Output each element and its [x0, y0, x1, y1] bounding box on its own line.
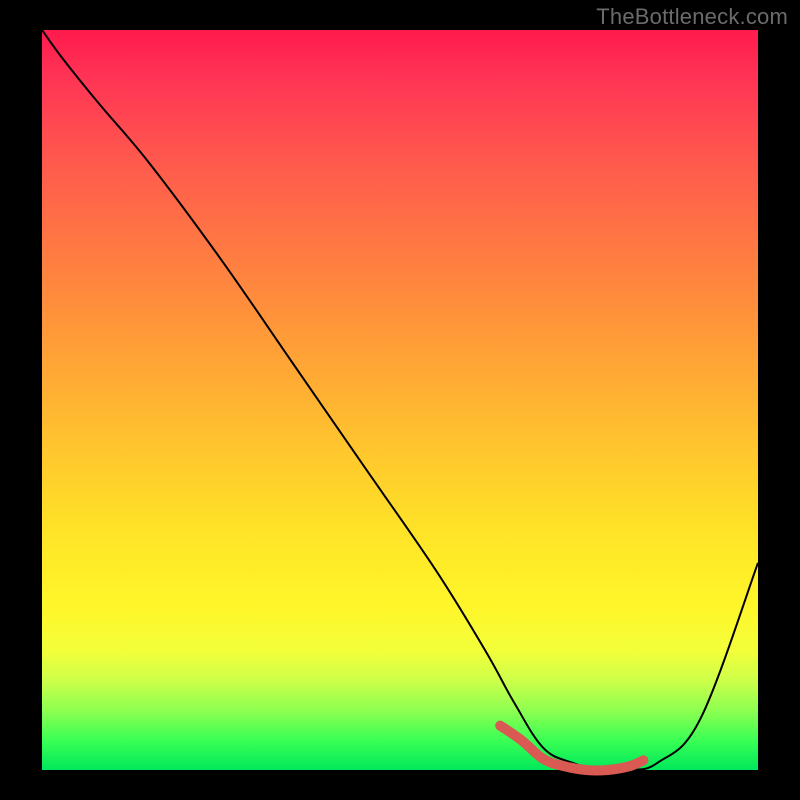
chart-svg	[42, 30, 758, 770]
optimal-range-highlight	[500, 726, 643, 771]
watermark-label: TheBottleneck.com	[596, 4, 788, 30]
chart-plot-area	[42, 30, 758, 770]
bottleneck-curve-line	[42, 30, 758, 771]
chart-frame: TheBottleneck.com	[0, 0, 800, 800]
